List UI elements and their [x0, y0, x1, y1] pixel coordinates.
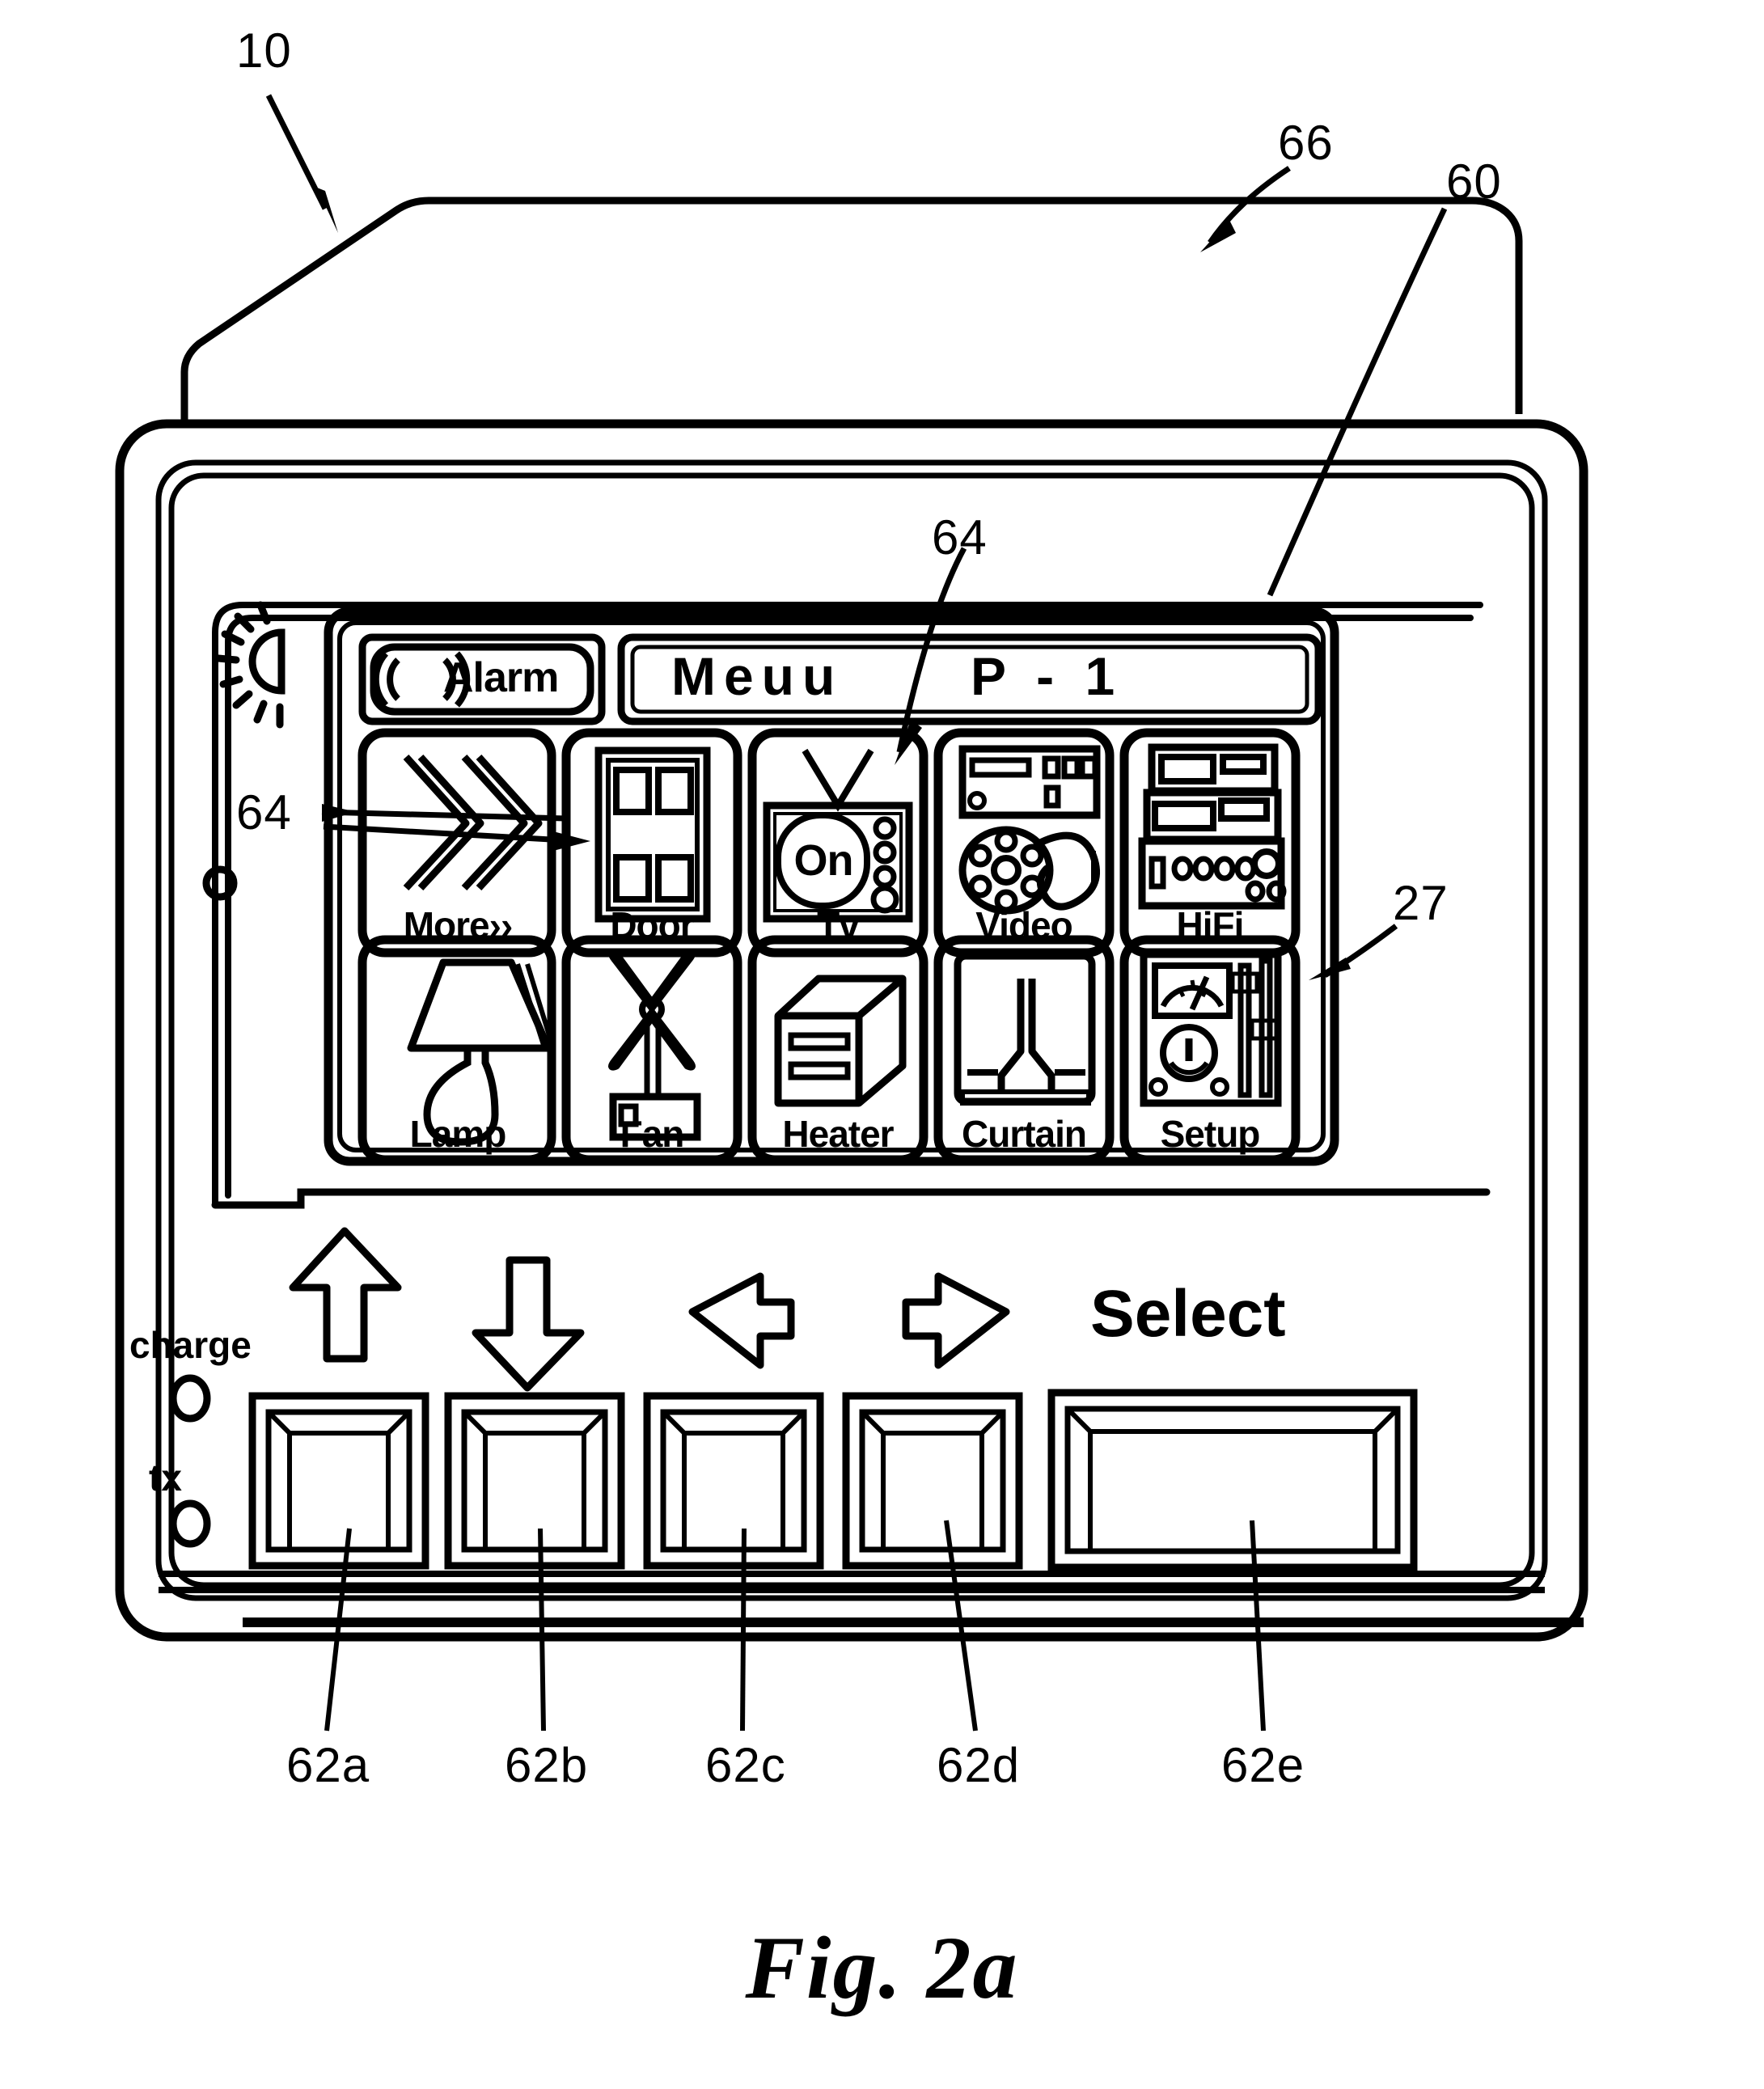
ref-62e: 62e — [1221, 1738, 1305, 1792]
ref-62c: 62c — [705, 1738, 786, 1792]
leader-10 — [265, 94, 338, 233]
tile-label-lamp: Lamp — [410, 1113, 506, 1155]
tile-label-hifi: HiFi — [1177, 904, 1244, 946]
leader-62b — [538, 1528, 546, 1732]
leader-62c — [740, 1528, 747, 1732]
charge-led-icon — [169, 1374, 211, 1423]
device-hood — [180, 197, 1523, 425]
device-housing-inner-bevel-2 — [168, 472, 1535, 1588]
tx-led-icon — [169, 1499, 211, 1548]
tile-label-door: Door — [610, 904, 694, 946]
device-drawing: More›› Door Tv Video HiFi Lamp Fan Heate… — [115, 94, 1588, 1732]
ref-10: 10 — [236, 23, 292, 78]
screen-title: Meuu — [671, 646, 844, 706]
alarm-label: Alarm — [443, 654, 559, 701]
ref-62b: 62b — [505, 1738, 589, 1792]
tv-screen-text: On — [794, 836, 853, 885]
tile-label-fan: Fan — [620, 1113, 684, 1155]
button-62a[interactable] — [248, 1392, 429, 1570]
ref-27: 27 — [1393, 876, 1449, 930]
leader-66 — [1200, 166, 1291, 252]
leader-60 — [1267, 207, 1448, 597]
display-well-base — [211, 1188, 1491, 1209]
ref-60: 60 — [1446, 154, 1502, 209]
figure-caption: Fig. 2a — [745, 1918, 1019, 2017]
ref-64-left: 64 — [236, 785, 292, 839]
ref-64-top: 64 — [932, 510, 988, 565]
ref-62a: 62a — [286, 1738, 370, 1792]
tx-indicator-label: tx — [149, 1457, 182, 1499]
tile-label-curtain: Curtain — [962, 1113, 1086, 1155]
arrow-up-icon — [289, 1227, 402, 1363]
button-62d[interactable] — [842, 1392, 1023, 1570]
select-button-label: Select — [1090, 1277, 1286, 1351]
ref-66: 66 — [1278, 116, 1334, 170]
arrow-down-icon — [472, 1256, 585, 1392]
leader-62a — [324, 1528, 352, 1732]
charge-indicator-label: charge — [129, 1324, 252, 1366]
tile-label-heater: Heater — [782, 1113, 894, 1155]
double-chevron-icon — [403, 754, 543, 891]
tile-label-tv: Tv — [817, 904, 860, 946]
button-62c[interactable] — [643, 1392, 824, 1570]
patent-figure-2a: More›› Door Tv Video HiFi Lamp Fan Heate… — [0, 0, 1764, 2089]
ref-62d: 62d — [937, 1738, 1021, 1792]
tile-label-setup: Setup — [1161, 1113, 1260, 1155]
screen-page-indicator: P - 1 — [971, 646, 1123, 706]
tile-label-video: Video — [975, 904, 1072, 946]
arrow-right-icon — [902, 1272, 1010, 1369]
tile-label-more: More›› — [404, 904, 513, 946]
button-62e[interactable] — [1047, 1389, 1418, 1571]
arrow-left-icon — [688, 1272, 795, 1369]
button-62b[interactable] — [444, 1392, 625, 1570]
